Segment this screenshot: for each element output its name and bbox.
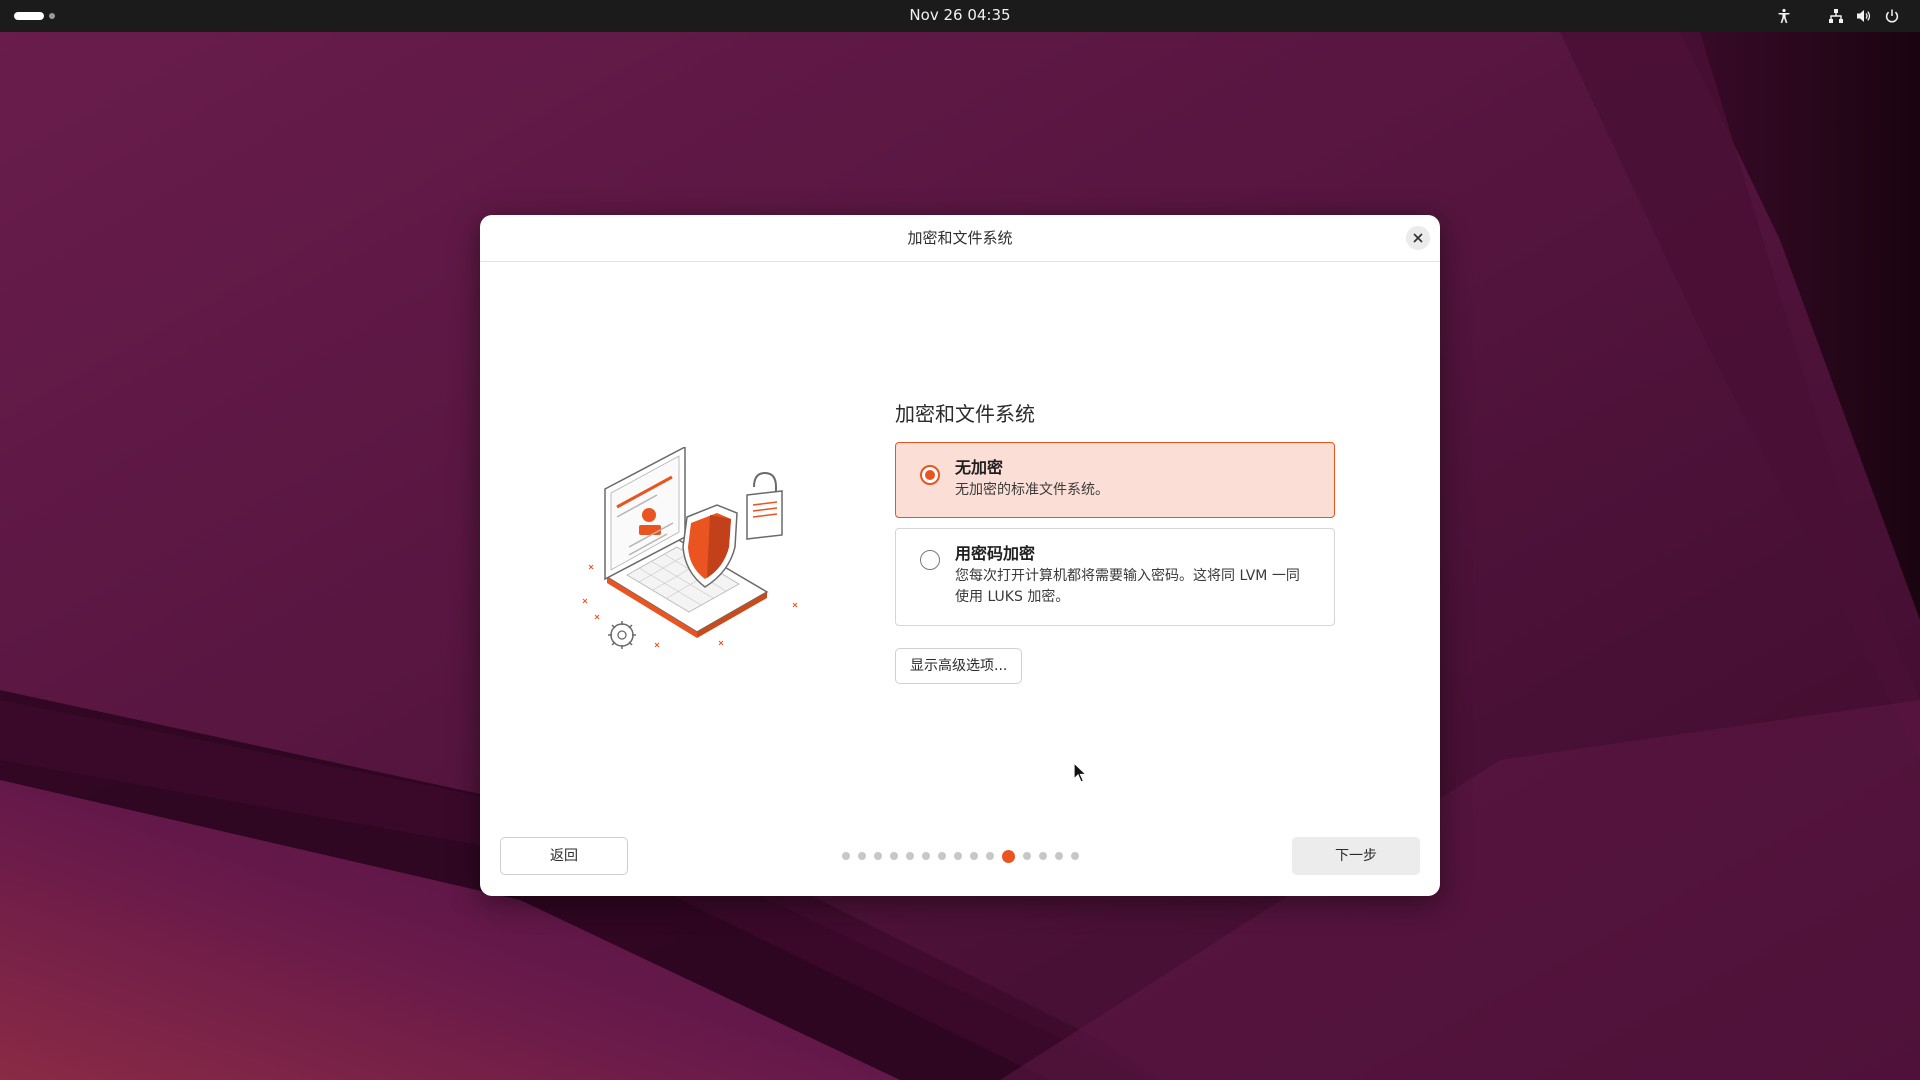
dialog-title: 加密和文件系统 — [907, 229, 1013, 247]
option-label: 用密码加密 — [955, 544, 1036, 563]
power-icon — [1885, 9, 1899, 23]
dialog-titlebar: 加密和文件系统 — [480, 215, 1440, 262]
next-button[interactable]: 下一步 — [1292, 837, 1420, 875]
top-bar: Nov 26 04:35 — [0, 0, 1920, 32]
back-button[interactable]: 返回 — [500, 837, 628, 875]
radio-password-encryption[interactable] — [920, 550, 940, 570]
step-dot — [1054, 852, 1063, 860]
step-dot — [873, 852, 882, 860]
step-dot — [1070, 852, 1079, 860]
workspace-indicator-active — [14, 12, 44, 20]
step-dot — [921, 852, 930, 860]
option-description-line: 您每次打开计算机都将需要输入密码。这将同 LVM 一同 — [955, 568, 1300, 584]
accessibility-icon — [1778, 8, 1790, 23]
step-indicator — [840, 849, 1080, 863]
mouse-pointer-icon — [1073, 762, 1087, 783]
encryption-options-panel: 加密和文件系统 无加密 无加密的标准文件系统。 用密码加密 您每次打开计算机都将… — [895, 400, 1335, 684]
activities-button[interactable] — [14, 10, 55, 22]
option-label: 无加密 — [955, 458, 1004, 477]
step-dot — [937, 852, 946, 860]
step-dot-current — [1001, 849, 1015, 863]
step-dot — [905, 852, 914, 860]
accessibility-menu[interactable] — [1776, 6, 1792, 26]
step-dot — [1022, 852, 1031, 860]
section-title: 加密和文件系统 — [895, 402, 1035, 426]
clock-label[interactable]: Nov 26 04:35 — [909, 6, 1010, 24]
workspace-indicator — [49, 13, 55, 19]
step-dot — [889, 852, 898, 860]
installer-dialog: 加密和文件系统 加密和文件系统 无加密 无加密的标准文件系统。 用密码加密 您每… — [480, 215, 1440, 896]
option-no-encryption[interactable]: 无加密 无加密的标准文件系统。 — [895, 442, 1335, 518]
show-advanced-options-button[interactable]: 显示高级选项... — [895, 648, 1023, 684]
step-dot — [969, 852, 978, 860]
close-icon — [1413, 233, 1423, 243]
close-button[interactable] — [1406, 226, 1430, 250]
volume-icon — [1857, 10, 1871, 22]
step-dot — [841, 852, 850, 860]
option-description: 无加密的标准文件系统。 — [955, 482, 1109, 498]
option-password-encryption[interactable]: 用密码加密 您每次打开计算机都将需要输入密码。这将同 LVM 一同 使用 LUK… — [895, 528, 1335, 626]
encryption-illustration — [582, 447, 798, 649]
option-description-line: 使用 LUKS 加密。 — [955, 589, 1070, 605]
radio-no-encryption[interactable] — [920, 465, 940, 485]
network-icon — [1829, 9, 1843, 23]
step-dot — [1038, 852, 1047, 860]
step-dot — [857, 852, 866, 860]
step-dot — [953, 852, 962, 860]
system-menu[interactable] — [1828, 6, 1900, 26]
option-description: 您每次打开计算机都将需要输入密码。这将同 LVM 一同 使用 LUKS 加密。 — [955, 566, 1318, 608]
step-dot — [985, 852, 994, 860]
clock: Nov 26 04:35 — [0, 0, 1920, 32]
desktop: Nov 26 04:35 加密和文件系统 加密和文件系统 无加密 无加密的标准文… — [0, 0, 1920, 1080]
